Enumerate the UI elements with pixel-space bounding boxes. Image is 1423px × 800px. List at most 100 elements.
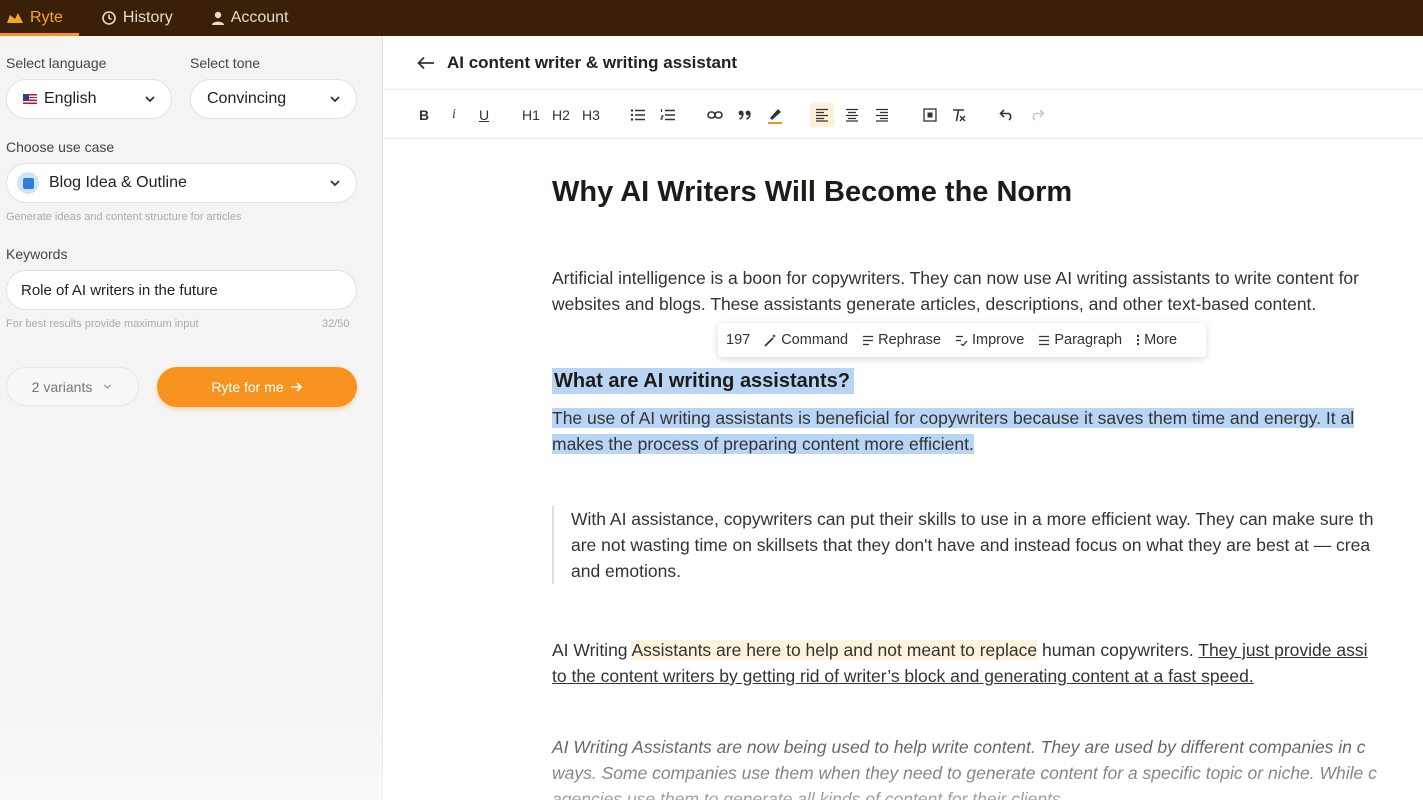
chevron-down-icon [330, 96, 340, 103]
editor-pane: AI content writer & writing assistant B … [384, 36, 1423, 800]
text-span: AI Writing [552, 640, 632, 660]
highlight-button[interactable] [763, 103, 787, 127]
paragraph-button[interactable]: Paragraph [1038, 332, 1122, 348]
nav-history-label: History [122, 9, 173, 26]
command-label: Command [781, 332, 849, 348]
highlighter-icon [768, 109, 782, 124]
link-icon [707, 111, 723, 119]
align-center-icon [846, 108, 858, 122]
bullet-list-button[interactable] [626, 103, 650, 127]
keywords-value: Role of AI writers in the future [21, 281, 218, 299]
keywords-count: 32/50 [322, 318, 350, 330]
rephrase-label: Rephrase [878, 332, 941, 348]
h1-button[interactable]: H1 [519, 103, 543, 127]
redo-icon [1032, 109, 1045, 121]
underlined-paragraph-line: to the content writers by getting rid of… [552, 666, 1254, 686]
italic-paragraph-line: agencies use them to generate all kinds … [552, 789, 1066, 800]
editor-title: AI content writer & writing assistant [447, 52, 737, 72]
nav-tab-ryte[interactable]: Ryte [0, 0, 79, 36]
keywords-input[interactable]: Role of AI writers in the future [6, 270, 357, 310]
arrow-right-icon [290, 382, 302, 392]
highlighted-text: Assistants are here to help and not mean… [631, 640, 1038, 660]
quote-button[interactable] [733, 103, 757, 127]
rephrase-button[interactable]: Rephrase [862, 332, 941, 348]
clear-format-icon [953, 109, 966, 122]
numbered-list-button[interactable] [656, 103, 680, 127]
nav-account-label: Account [230, 9, 289, 26]
usecase-select[interactable]: Blog Idea & Outline [6, 163, 357, 203]
italic-button[interactable]: i [442, 103, 466, 127]
underline-button[interactable]: U [472, 103, 496, 127]
text-span: human copywriters. [1037, 640, 1199, 660]
nav-tab-account[interactable]: Account [195, 0, 305, 36]
improve-button[interactable]: Improve [955, 332, 1024, 348]
variants-value: 2 variants [31, 378, 93, 395]
user-icon [211, 11, 224, 25]
undo-button[interactable] [995, 103, 1019, 127]
selected-text: The use of AI writing assistants is bene… [552, 408, 1355, 428]
nav-tab-history[interactable]: History [85, 0, 189, 36]
embed-button[interactable] [918, 103, 942, 127]
tone-select[interactable]: Convincing [190, 79, 357, 119]
align-right-button[interactable] [870, 103, 894, 127]
more-button[interactable]: More [1136, 332, 1177, 348]
undo-icon [999, 109, 1012, 121]
selected-text: makes the process of preparing content m… [552, 434, 974, 454]
quote-line: With AI assistance, copywriters can put … [571, 509, 1374, 529]
link-button[interactable] [703, 103, 727, 127]
selected-paragraph-line: The use of AI writing assistants is bene… [552, 405, 1355, 431]
format-toolbar: B i U H1 H2 H3 [384, 91, 1423, 139]
keywords-hint: For best results provide maximum input [6, 318, 199, 330]
doc-heading: Why AI Writers Will Become the Norm [552, 176, 1073, 208]
chevron-down-icon [145, 96, 155, 103]
embed-icon [923, 108, 937, 122]
language-select[interactable]: English [6, 79, 172, 119]
usecase-label: Choose use case [6, 139, 115, 155]
quote-line: are not wasting time on skillsets that t… [571, 535, 1371, 555]
more-label: More [1144, 332, 1178, 348]
paragraph-line: AI Writing Assistants are here to help a… [552, 637, 1368, 663]
magic-wand-icon [764, 334, 776, 347]
selected-paragraph-line: makes the process of preparing content m… [552, 431, 974, 457]
paragraph-icon [1039, 335, 1050, 345]
rephrase-icon [863, 335, 874, 345]
editor-header: AI content writer & writing assistant [384, 36, 1423, 90]
italic-paragraph-line: ways. Some companies use them when they … [552, 763, 1377, 783]
command-button[interactable]: Command [764, 332, 848, 348]
clear-format-button[interactable] [947, 103, 971, 127]
align-center-button[interactable] [840, 103, 864, 127]
doc-subheading: What are AI writing assistants? [552, 368, 854, 394]
blog-icon [17, 172, 39, 194]
h2-button[interactable]: H2 [549, 103, 573, 127]
top-nav: Ryte History Account [0, 0, 1423, 36]
align-left-button[interactable] [810, 103, 834, 127]
back-arrow-icon[interactable] [417, 56, 435, 70]
ryte-for-me-button[interactable]: Ryte for me [157, 367, 357, 407]
italic-paragraph-line: AI Writing Assistants are now being used… [552, 737, 1366, 757]
usecase-hint: Generate ideas and content structure for… [6, 211, 242, 223]
language-value: English [44, 90, 97, 107]
h3-button[interactable]: H3 [579, 103, 603, 127]
align-right-icon [876, 108, 888, 122]
underlined-text: They just provide assi [1198, 640, 1368, 660]
bold-button[interactable]: B [412, 103, 436, 127]
more-vertical-icon [1136, 334, 1140, 346]
quote-line: and emotions. [571, 561, 681, 581]
redo-button[interactable] [1025, 103, 1049, 127]
variants-select[interactable]: 2 variants [6, 367, 139, 406]
ryte-button-label: Ryte for me [211, 379, 284, 395]
align-left-icon [816, 108, 828, 122]
word-count: 197 [726, 332, 751, 348]
paragraph-line: websites and blogs. These assistants gen… [552, 294, 1317, 314]
paragraph-line: Artificial intelligence is a boon for co… [552, 268, 1359, 288]
us-flag-icon [23, 94, 37, 104]
ryte-logo-icon [7, 13, 23, 23]
language-label: Select language [6, 55, 107, 71]
settings-panel: Select language Select tone English Conv… [0, 36, 383, 800]
paragraph-label: Paragraph [1054, 332, 1123, 348]
tone-value: Convincing [207, 90, 287, 107]
keywords-label: Keywords [6, 246, 68, 262]
numbered-list-icon [660, 109, 675, 121]
ai-floating-toolbar: 197 Command Rephrase Improve Paragraph M… [718, 323, 1206, 357]
chevron-down-icon [330, 180, 340, 187]
